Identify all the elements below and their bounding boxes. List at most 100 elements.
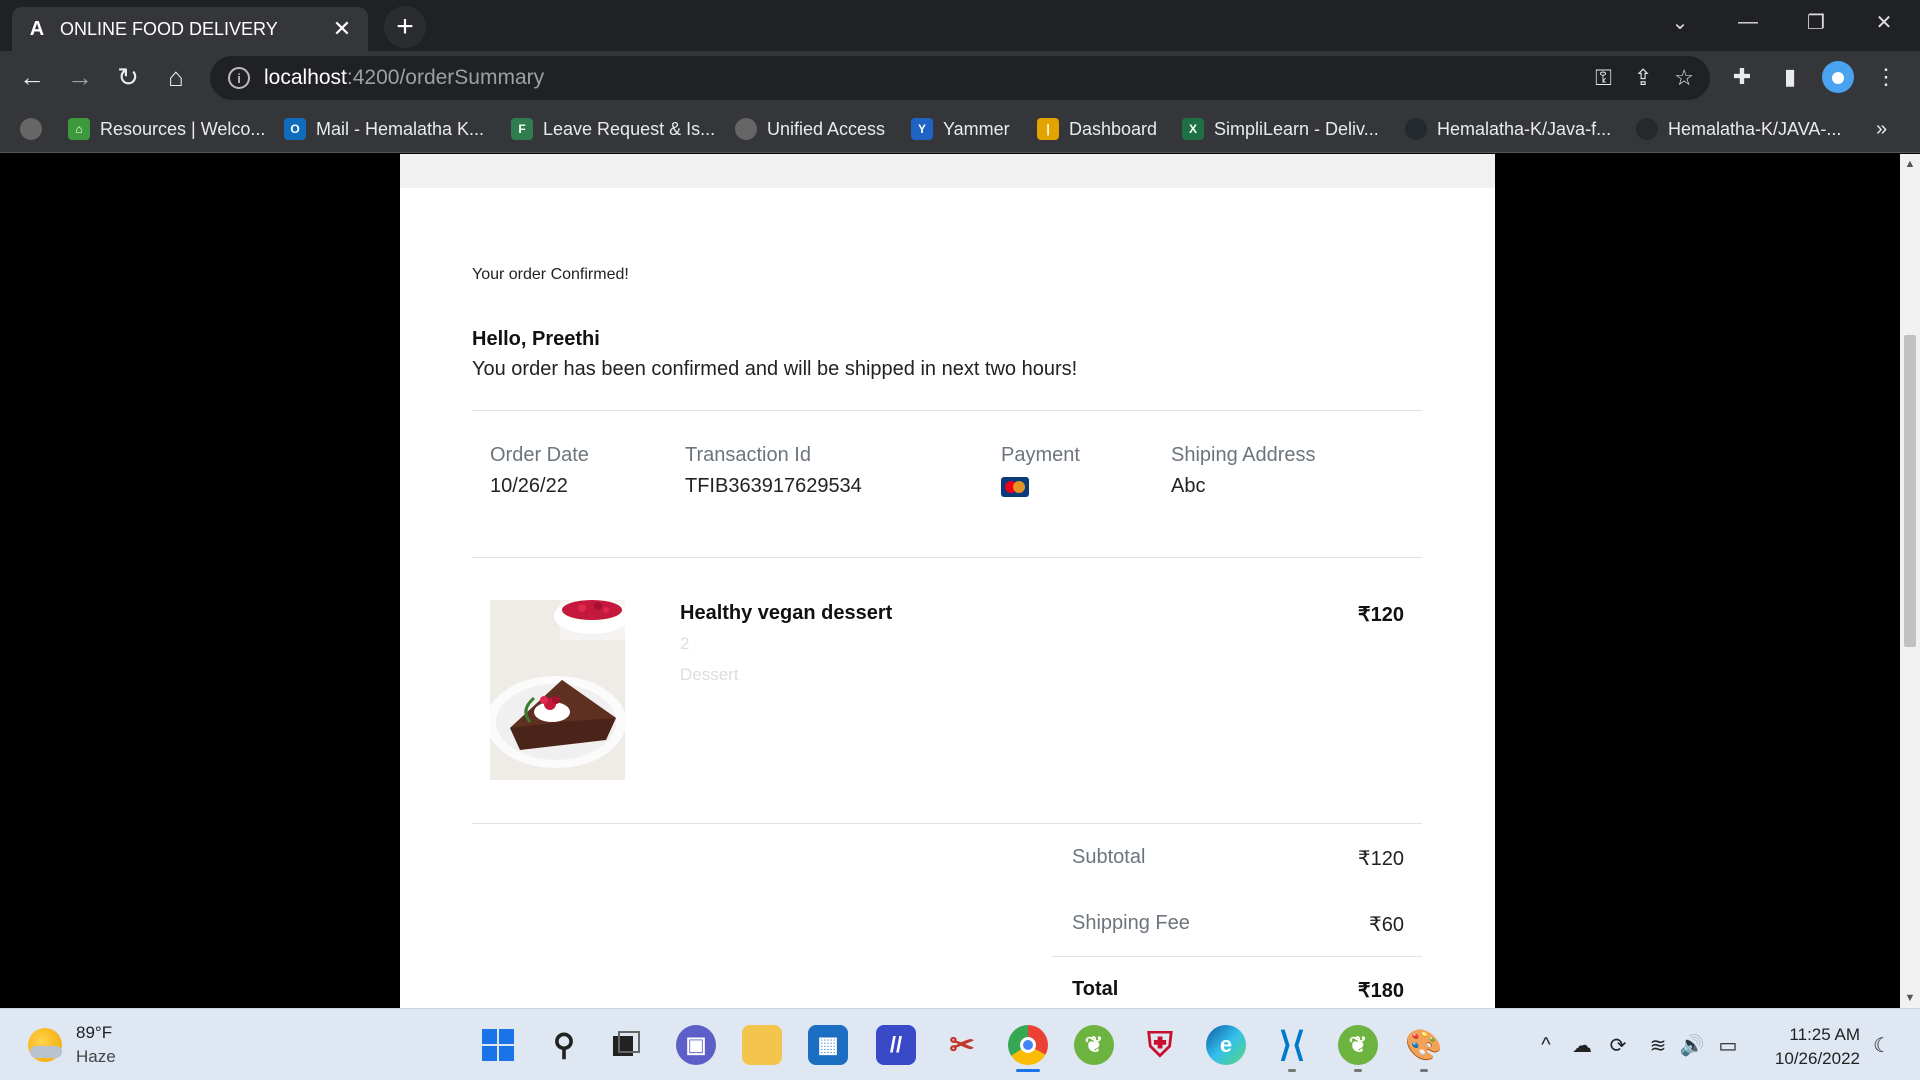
page-viewport: Your order Confirmed! Hello, Preethi You… xyxy=(0,154,1900,1008)
bookmark-unified-access[interactable]: Unified Access xyxy=(735,115,885,143)
spring-boot-icon[interactable]: ❦ xyxy=(1338,1025,1378,1065)
bookmark-simplilearn[interactable]: X SimpliLearn - Deliv... xyxy=(1182,115,1379,143)
tab-title: ONLINE FOOD DELIVERY xyxy=(60,18,278,39)
mcafee-icon[interactable]: ⛨ xyxy=(1140,1025,1180,1065)
snipping-tool-icon[interactable]: ✂ xyxy=(942,1025,982,1065)
bookmark-github-java-f[interactable]: Hemalatha-K/Java-f... xyxy=(1405,115,1611,143)
payment-block: Payment xyxy=(1001,444,1080,497)
minimize-button[interactable]: — xyxy=(1718,0,1778,44)
item-quantity: 2 xyxy=(680,634,690,653)
side-panel-icon[interactable]: ▮ xyxy=(1770,57,1810,97)
subtotal-value: ₹120 xyxy=(1357,848,1404,870)
order-date-value: 10/26/22 xyxy=(490,475,568,497)
transaction-id-label: Transaction Id xyxy=(685,444,811,466)
bookmark-resources[interactable]: ⌂ Resources | Welco... xyxy=(68,115,265,143)
more-bookmarks-icon[interactable]: » xyxy=(1876,115,1887,143)
bookmark-yammer[interactable]: Y Yammer xyxy=(911,115,1010,143)
bookmark-leave-request[interactable]: F Leave Request & Is... xyxy=(511,115,715,143)
confirmation-message: You order has been confirmed and will be… xyxy=(472,358,1078,380)
bookmarks-bar: ⌂ Resources | Welco... O Mail - Hemalatha … xyxy=(0,105,1920,153)
active-tab[interactable]: A ONLINE FOOD DELIVERY ✕ xyxy=(12,7,368,51)
clock-time: 11:25 AM xyxy=(1789,1025,1860,1044)
subtotal-label: Subtotal xyxy=(1072,846,1146,868)
onedrive-icon[interactable]: ☁ xyxy=(1568,1029,1596,1061)
address-block: Shiping Address Abc xyxy=(1171,444,1316,498)
start-icon[interactable] xyxy=(478,1025,518,1065)
order-confirmed-note: Your order Confirmed! xyxy=(472,266,629,283)
order-summary-card: Your order Confirmed! Hello, Preethi You… xyxy=(400,154,1495,1008)
running-app-indicator xyxy=(1354,1069,1362,1072)
bookmark-github-java[interactable]: Hemalatha-K/JAVA-... xyxy=(1636,115,1841,143)
file-explorer-icon[interactable] xyxy=(742,1025,782,1065)
home-icon[interactable]: ⌂ xyxy=(156,57,196,97)
forms-icon: F xyxy=(511,118,533,140)
forward-icon[interactable]: → xyxy=(60,57,100,97)
new-tab-button[interactable]: + xyxy=(384,6,426,48)
chat-icon[interactable]: ▣ xyxy=(676,1025,716,1065)
vertical-scrollbar[interactable]: ▲ ▼ xyxy=(1900,154,1920,1008)
restore-button[interactable]: ❐ xyxy=(1786,0,1846,44)
notification-moon-icon[interactable]: ☾ xyxy=(1868,1029,1896,1061)
tab-strip: A ONLINE FOOD DELIVERY ✕ + ⌄ — ❐ ✕ xyxy=(0,0,1920,51)
app-icon[interactable]: // xyxy=(876,1025,916,1065)
scroll-up-icon[interactable]: ▲ xyxy=(1900,154,1920,174)
github-icon xyxy=(1405,118,1427,140)
search-icon[interactable]: ⚲ xyxy=(544,1025,584,1065)
total-row: Total ₹180 xyxy=(1072,978,1404,1003)
battery-icon[interactable]: ▭ xyxy=(1714,1029,1742,1061)
close-tab-icon[interactable]: ✕ xyxy=(330,16,354,41)
spring-tool-icon[interactable]: ❦ xyxy=(1074,1025,1114,1065)
subtotal-row: Subtotal ₹120 xyxy=(1072,846,1404,871)
key-icon[interactable]: ⚿ xyxy=(1595,65,1612,91)
bookmark-star-icon[interactable]: ☆ xyxy=(1674,65,1694,91)
microsoft-store-icon[interactable]: ▦ xyxy=(808,1025,848,1065)
weather-condition: Haze xyxy=(76,1047,116,1066)
shipping-address-value: Abc xyxy=(1171,475,1206,497)
address-bar[interactable]: i localhost:4200/orderSummary ⚿ ⇪ ☆ xyxy=(210,56,1710,100)
sync-icon[interactable]: ⟳ xyxy=(1604,1029,1632,1061)
profile-button[interactable] xyxy=(1818,57,1858,97)
scroll-down-icon[interactable]: ▼ xyxy=(1900,988,1920,1008)
paint-icon[interactable]: 🎨 xyxy=(1404,1025,1444,1065)
avatar xyxy=(1822,61,1854,93)
active-app-indicator xyxy=(1016,1069,1040,1072)
order-date-block: Order Date 10/26/22 xyxy=(490,444,589,498)
extensions-icon[interactable]: ✚ xyxy=(1722,57,1762,97)
vscode-icon[interactable]: ⟩⟨ xyxy=(1272,1025,1312,1065)
share-icon[interactable]: ⇪ xyxy=(1634,65,1652,91)
close-window-button[interactable]: ✕ xyxy=(1854,0,1914,44)
back-icon[interactable]: ← xyxy=(12,57,52,97)
reload-icon[interactable]: ↻ xyxy=(108,57,148,97)
bookmark-mail[interactable]: O Mail - Hemalatha K... xyxy=(284,115,484,143)
divider xyxy=(472,557,1422,558)
divider xyxy=(472,823,1422,824)
item-price: ₹120 xyxy=(1357,604,1404,626)
tab-search-icon[interactable]: ⌄ xyxy=(1650,0,1710,44)
temperature: 89°F xyxy=(76,1023,113,1042)
edge-icon[interactable]: e xyxy=(1206,1025,1246,1065)
item-name: Healthy vegan dessert xyxy=(680,602,893,624)
resources-icon: ⌂ xyxy=(68,118,90,140)
weather-widget[interactable]: 89°F Haze xyxy=(28,1023,116,1067)
dessert-image xyxy=(490,600,625,780)
show-hidden-icons-icon[interactable]: ^ xyxy=(1534,1029,1558,1061)
wifi-icon[interactable]: ≋ xyxy=(1644,1029,1672,1061)
shipping-fee-value: ₹60 xyxy=(1369,914,1404,936)
scrollbar-thumb[interactable] xyxy=(1904,335,1916,647)
apps-globe-icon[interactable] xyxy=(20,115,52,143)
system-clock[interactable]: 11:25 AM 10/26/2022 xyxy=(1760,1023,1860,1071)
url-path: :4200/orderSummary xyxy=(346,66,545,89)
card-header-strip xyxy=(400,154,1495,188)
clock-date: 10/26/2022 xyxy=(1774,1049,1860,1068)
task-view-icon[interactable] xyxy=(606,1025,646,1065)
running-app-indicator xyxy=(1420,1069,1428,1072)
bookmark-dashboard[interactable]: | Dashboard xyxy=(1037,115,1157,143)
menu-icon[interactable]: ⋮ xyxy=(1866,57,1906,97)
site-info-icon[interactable]: i xyxy=(228,67,250,89)
divider xyxy=(472,410,1422,411)
volume-icon[interactable]: 🔊 xyxy=(1678,1029,1706,1061)
shipping-address-label: Shiping Address xyxy=(1171,444,1316,466)
globe-icon xyxy=(735,118,757,140)
chrome-icon[interactable] xyxy=(1008,1025,1048,1065)
order-date-label: Order Date xyxy=(490,444,589,466)
